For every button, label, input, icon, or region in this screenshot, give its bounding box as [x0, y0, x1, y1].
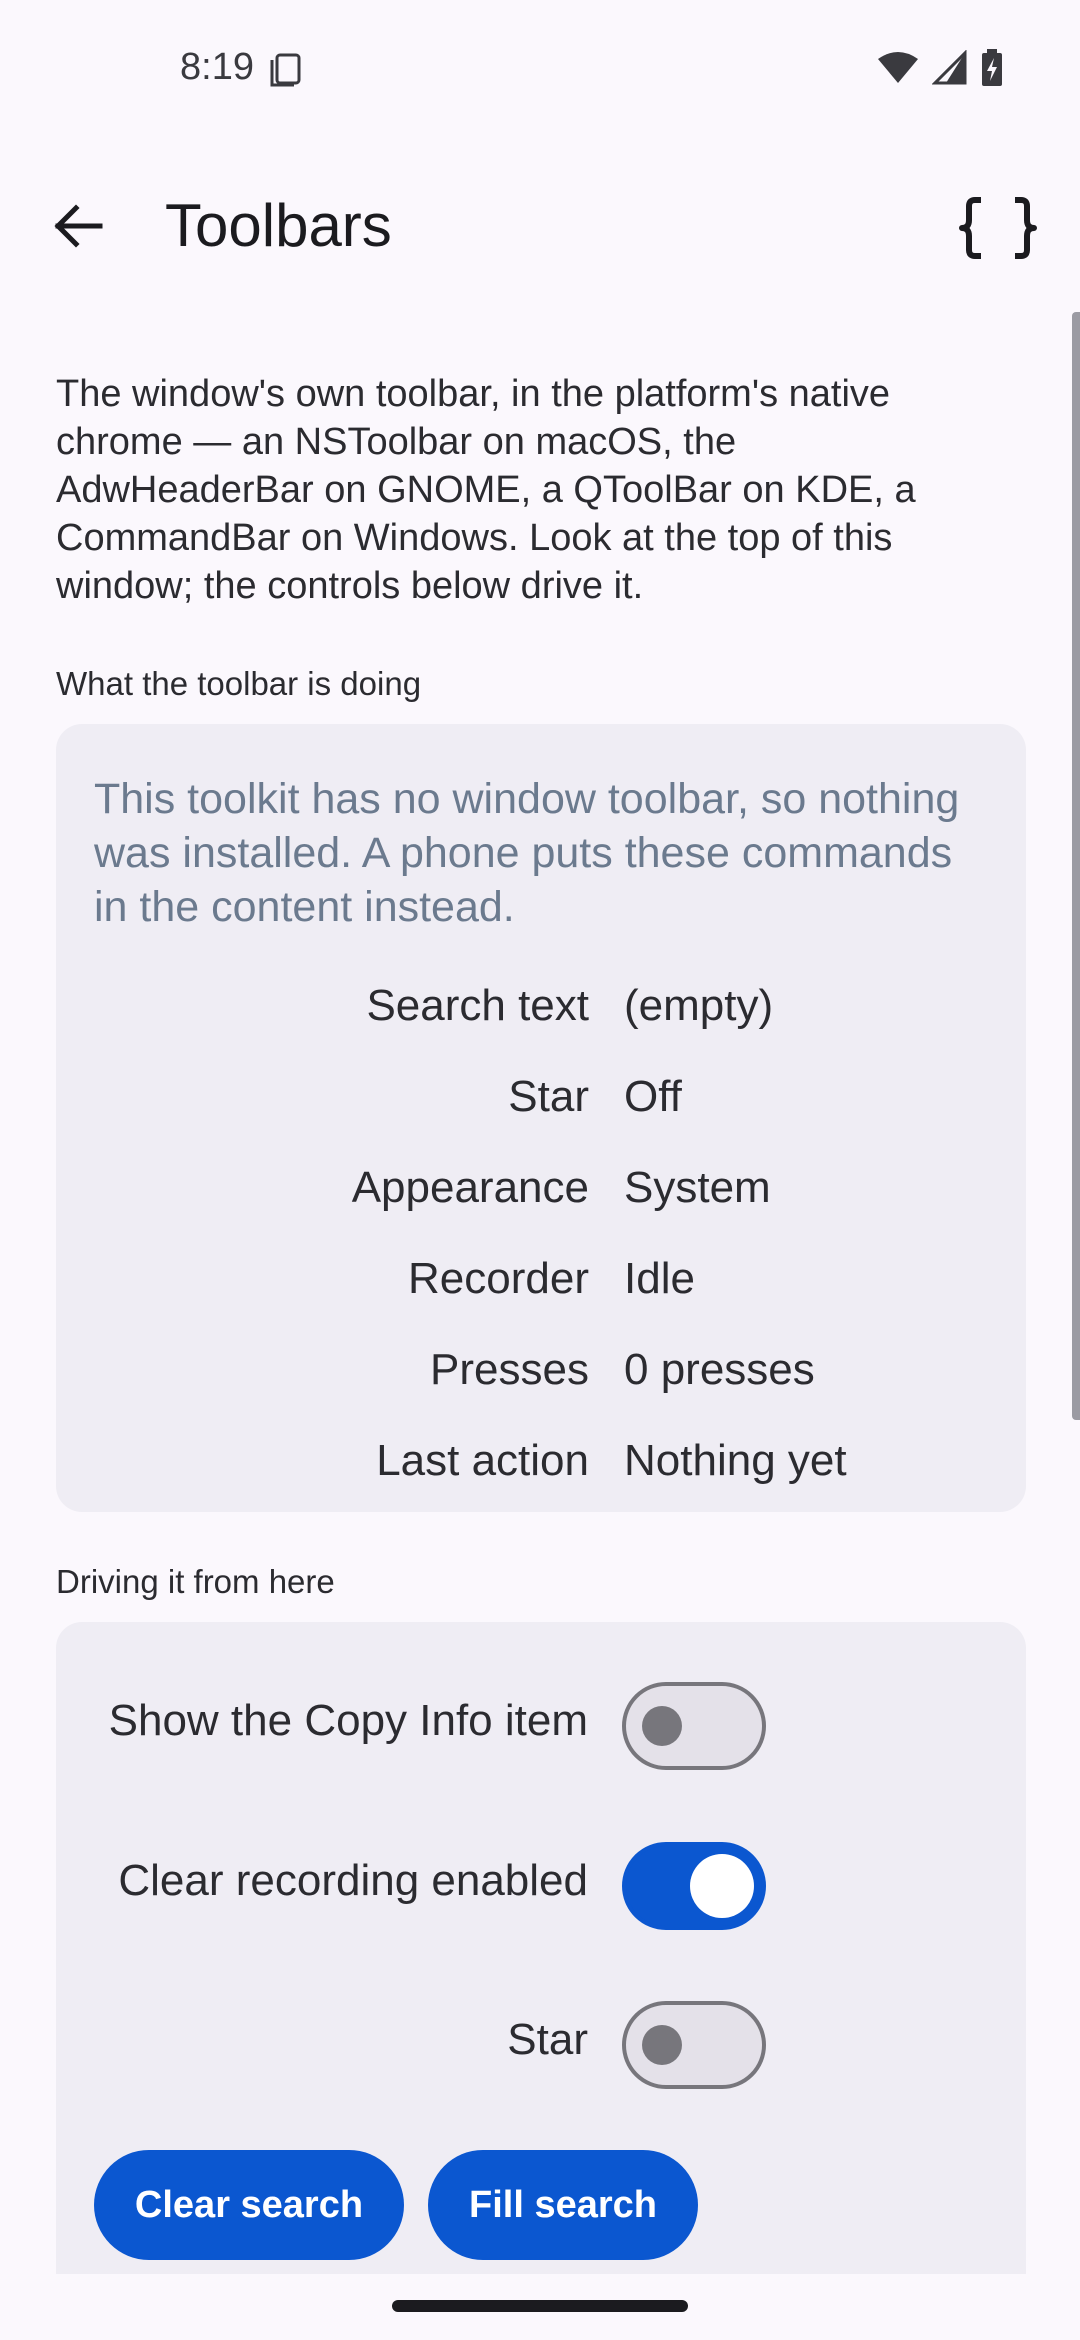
status-bar: 8:19 — [0, 0, 1080, 140]
switch-thumb — [642, 1706, 682, 1746]
scrollbar[interactable] — [1072, 312, 1080, 1420]
status-key: Recorder — [408, 1253, 589, 1303]
copy-info-toggle-row: Show the Copy Info item — [56, 1670, 1026, 1770]
page-title: Toolbars — [165, 192, 392, 259]
status-row: Last action Nothing yet — [94, 1415, 986, 1506]
status-table: Search text (empty) Star Off Appearance … — [94, 960, 986, 1506]
clear-recording-toggle-row: Clear recording enabled — [56, 1830, 1026, 1930]
status-key: Last action — [376, 1435, 589, 1485]
switch-thumb — [642, 2025, 682, 2065]
status-message: This toolkit has no window toolbar, so n… — [94, 775, 960, 931]
clear-search-button[interactable]: Clear search — [94, 2150, 404, 2260]
status-row: Appearance System — [94, 1142, 986, 1233]
status-value: System — [624, 1162, 771, 1212]
status-section-label: What the toolbar is doing — [56, 665, 422, 702]
status-value: Nothing yet — [624, 1435, 847, 1485]
status-key: Presses — [430, 1344, 589, 1394]
status-row: Star Off — [94, 1051, 986, 1142]
star-switch[interactable] — [622, 2001, 766, 2089]
controls-section-label: Driving it from here — [56, 1563, 335, 1600]
copy-info-switch[interactable] — [622, 1682, 766, 1770]
copy-info-toggle-label: Show the Copy Info item — [108, 1696, 588, 1745]
wifi-icon — [876, 51, 920, 90]
back-button[interactable] — [40, 190, 116, 266]
status-row: Search text (empty) — [94, 960, 986, 1051]
status-value: 0 presses — [624, 1344, 815, 1394]
star-toggle-row: Star — [56, 1989, 1026, 2089]
screen: 8:19 Toolbars The window's own toolbar, … — [0, 0, 1080, 2340]
star-toggle-label: Star — [507, 2015, 588, 2064]
status-row: Recorder Idle — [94, 1233, 986, 1324]
controls-card: Show the Copy Info item Clear recording … — [56, 1622, 1026, 2322]
view-source-button[interactable] — [950, 182, 1046, 278]
status-key: Appearance — [351, 1162, 589, 1212]
app-bar: Toolbars — [0, 170, 1080, 280]
status-key: Star — [508, 1071, 589, 1121]
clear-recording-toggle-label: Clear recording enabled — [118, 1856, 588, 1905]
status-key: Search text — [366, 980, 589, 1030]
switch-thumb — [690, 1854, 754, 1918]
status-icons — [876, 48, 1004, 93]
gesture-handle[interactable] — [392, 2300, 688, 2312]
cellular-signal-icon — [931, 48, 968, 91]
content: The window's own toolbar, in the platfor… — [56, 370, 1026, 2322]
intro-text: The window's own toolbar, in the platfor… — [56, 373, 916, 607]
battery-charging-icon — [980, 48, 1004, 93]
status-card: This toolkit has no window toolbar, so n… — [56, 724, 1026, 1512]
status-value: Idle — [624, 1253, 695, 1303]
fill-search-button[interactable]: Fill search — [428, 2150, 698, 2260]
status-time: 8:19 — [180, 46, 254, 88]
arrow-back-icon — [52, 203, 104, 253]
clear-recording-switch[interactable] — [622, 1842, 766, 1930]
status-value: Off — [624, 1071, 682, 1121]
curly-braces-icon — [959, 196, 1037, 265]
action-buttons: Clear search Fill search — [94, 2150, 698, 2260]
status-row: Presses 0 presses — [94, 1324, 986, 1415]
status-value: (empty) — [624, 980, 774, 1030]
sim-card-icon — [268, 52, 302, 88]
